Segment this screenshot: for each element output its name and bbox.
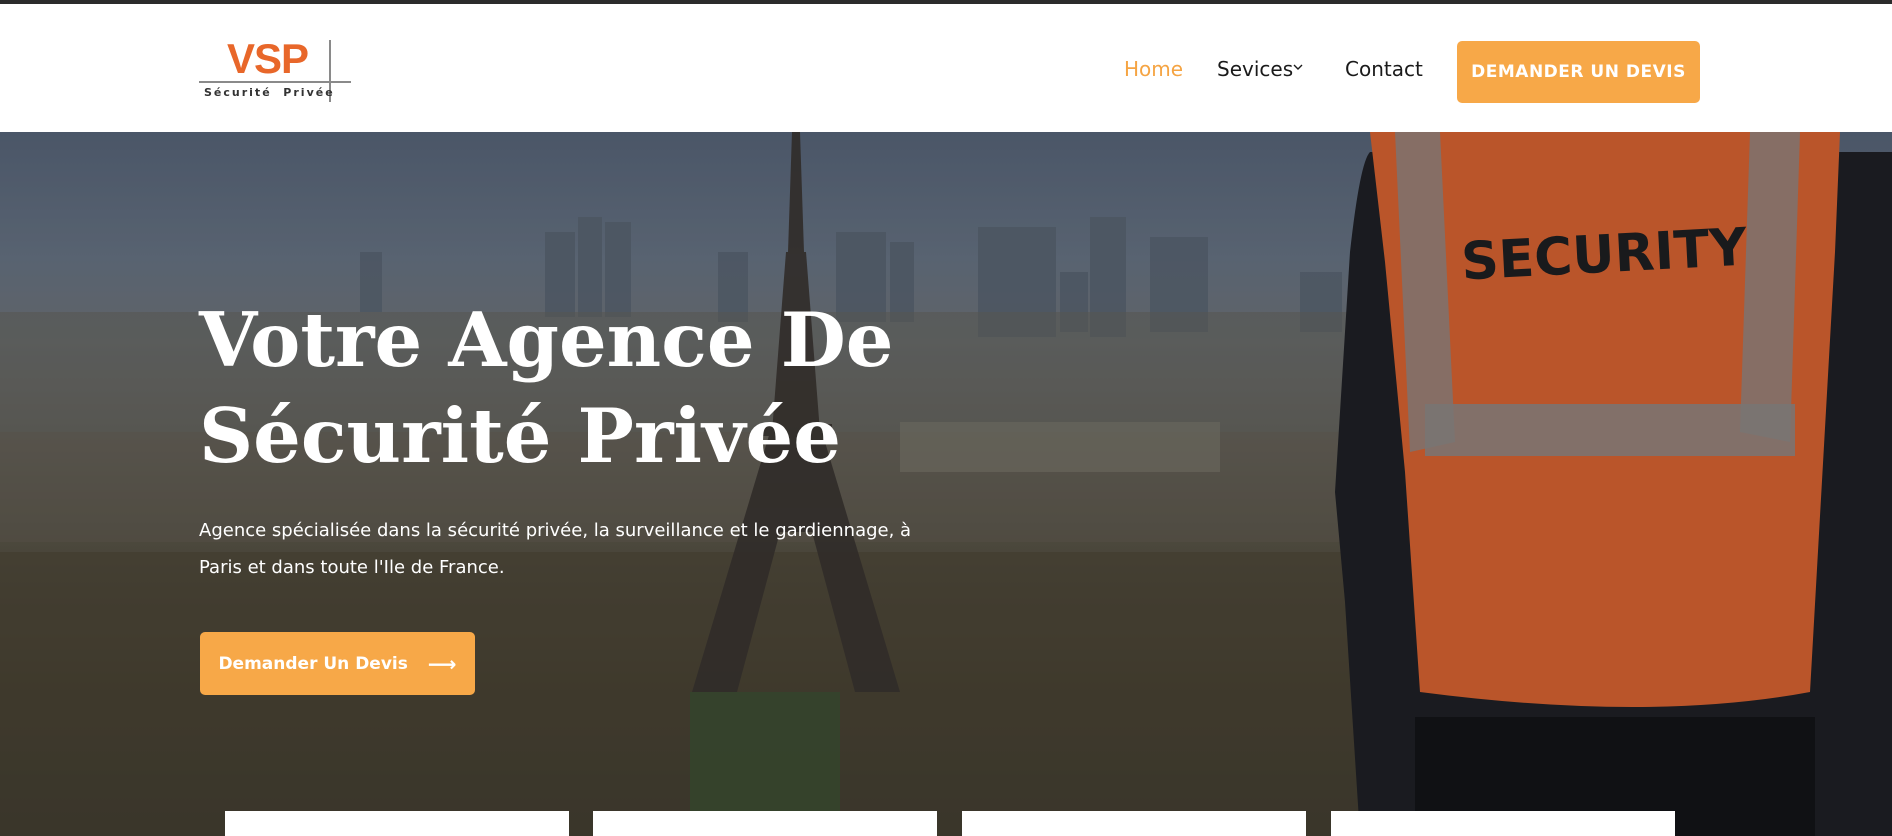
service-card[interactable] xyxy=(593,811,937,836)
nav-item-contact[interactable]: Contact xyxy=(1345,55,1423,83)
hero-request-quote-button[interactable]: Demander Un Devis ⟶ xyxy=(200,632,475,695)
nav-item-home[interactable]: Home xyxy=(1124,55,1183,83)
service-card[interactable] xyxy=(962,811,1306,836)
hero-cta-label: Demander Un Devis xyxy=(218,653,408,674)
request-quote-button[interactable]: DEMANDER UN DEVIS xyxy=(1457,41,1700,103)
hero-title-line-1: Votre Agence De xyxy=(199,296,894,384)
hero-description: Agence spécialisée dans la sécurité priv… xyxy=(199,520,912,578)
service-card[interactable] xyxy=(225,811,569,836)
hero-title: Votre Agence De Sécurité Privée xyxy=(199,292,959,484)
arrow-right-icon: ⟶ xyxy=(427,651,457,676)
hero-section: SECURITY Votre Agence De Sécurité Privée… xyxy=(0,132,1892,836)
hero-overlay xyxy=(0,132,1892,836)
main-nav: Home Sevices Contact DEMANDER UN DEVIS xyxy=(0,4,1892,132)
nav-item-services[interactable]: Sevices xyxy=(1217,55,1293,83)
service-card[interactable] xyxy=(1331,811,1675,836)
hero-title-line-2: Sécurité Privée xyxy=(199,392,841,480)
chevron-down-icon[interactable] xyxy=(1293,62,1303,72)
